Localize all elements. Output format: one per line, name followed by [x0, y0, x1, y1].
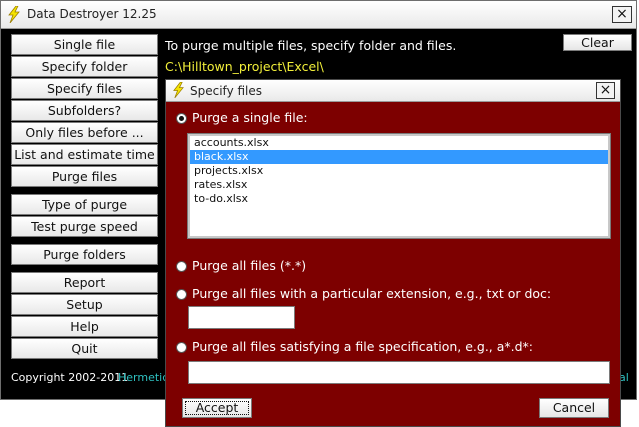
quit-button[interactable]: Quit	[11, 338, 158, 359]
filespec-label: Purge all files satisfying a file specif…	[192, 339, 534, 354]
file-list[interactable]: accounts.xlsx black.xlsx projects.xlsx r…	[187, 133, 611, 239]
filespec-radio[interactable]	[176, 342, 187, 353]
main-titlebar: Data Destroyer 12.25 ×	[1, 1, 636, 29]
purge-folders-button[interactable]: Purge folders	[11, 244, 158, 265]
extension-input[interactable]	[188, 306, 295, 329]
close-window-button[interactable]: ×	[612, 6, 632, 23]
subfolders-button[interactable]: Subfolders?	[11, 100, 158, 121]
list-item[interactable]: projects.xlsx	[190, 164, 608, 178]
type-of-purge-button[interactable]: Type of purge	[11, 194, 158, 215]
only-files-before-button[interactable]: Only files before ...	[11, 122, 158, 143]
company-link[interactable]: Hermetic	[118, 371, 168, 384]
all-files-radio[interactable]	[176, 261, 187, 272]
info-text: To purge multiple files, specify folder …	[165, 38, 457, 53]
all-files-label: Purge all files (*.*)	[192, 258, 307, 273]
specify-files-dialog: Specify files × Purge a single file: acc…	[165, 79, 621, 427]
specify-files-button[interactable]: Specify files	[11, 78, 158, 99]
clear-button[interactable]: Clear	[563, 34, 632, 51]
folder-path: C:\Hilltown_project\Excel\	[165, 59, 324, 74]
extension-radio[interactable]	[176, 289, 187, 300]
single-file-button[interactable]: Single file	[11, 34, 158, 55]
setup-button[interactable]: Setup	[11, 294, 158, 315]
dialog-title: Specify files	[190, 84, 263, 98]
single-file-radio[interactable]	[176, 113, 187, 124]
accept-button[interactable]: Accept	[182, 398, 252, 418]
list-item[interactable]: rates.xlsx	[190, 178, 608, 192]
list-and-estimate-button[interactable]: List and estimate time	[11, 144, 158, 165]
purge-files-button[interactable]: Purge files	[11, 166, 158, 187]
copyright-text: Copyright 2002-2011	[11, 371, 129, 384]
extension-label: Purge all files with a particular extens…	[192, 286, 552, 301]
list-item-selected[interactable]: black.xlsx	[190, 150, 608, 164]
close-dialog-button[interactable]: ×	[596, 82, 615, 99]
cancel-button[interactable]: Cancel	[539, 398, 609, 418]
list-item[interactable]: to-do.xlsx	[190, 192, 608, 206]
dialog-titlebar: Specify files ×	[166, 80, 620, 102]
list-item[interactable]: accounts.xlsx	[190, 136, 608, 150]
lightning-bolt-icon	[8, 6, 20, 23]
window-title: Data Destroyer 12.25	[27, 7, 157, 21]
help-button[interactable]: Help	[11, 316, 158, 337]
lightning-bolt-icon	[173, 82, 184, 98]
report-button[interactable]: Report	[11, 272, 158, 293]
single-file-label: Purge a single file:	[192, 110, 308, 125]
test-purge-speed-button[interactable]: Test purge speed	[11, 216, 158, 237]
filespec-input[interactable]	[188, 361, 610, 384]
specify-folder-button[interactable]: Specify folder	[11, 56, 158, 77]
